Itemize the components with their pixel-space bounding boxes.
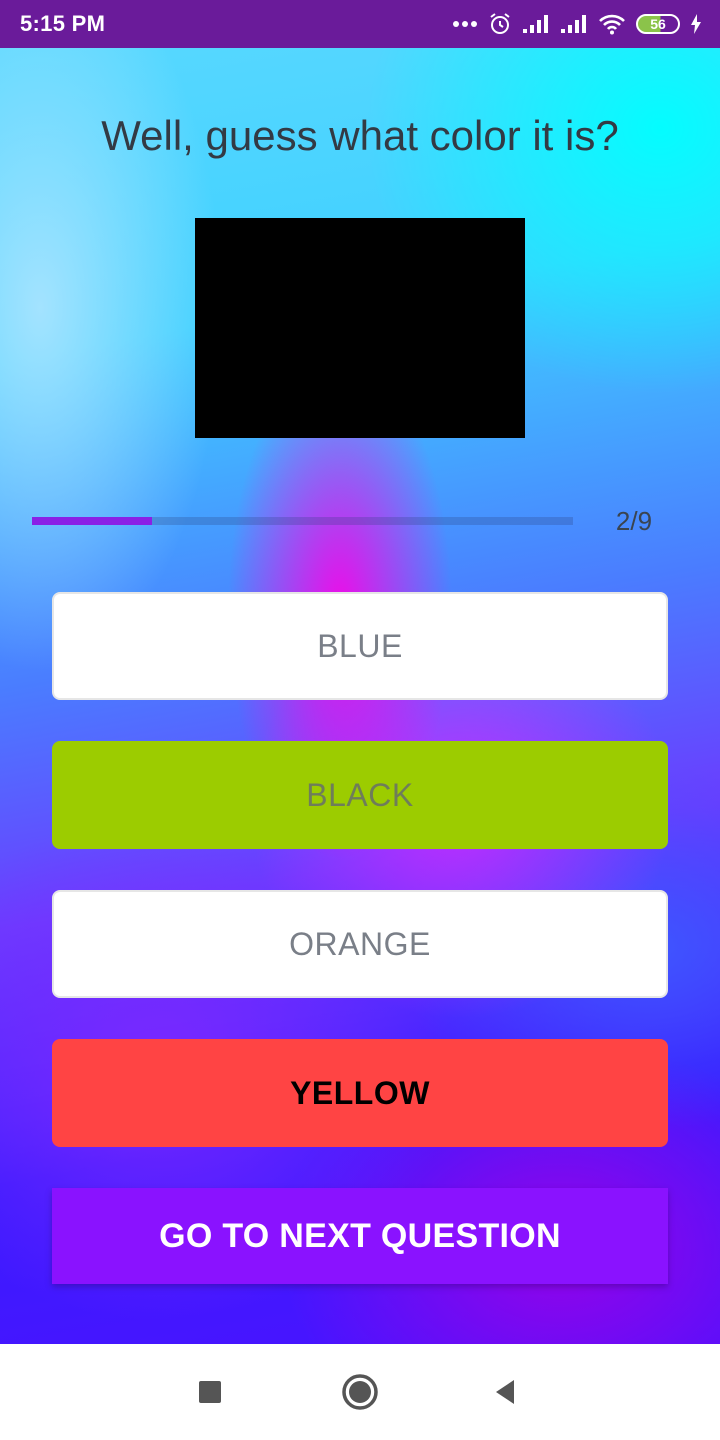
more-dots-icon [452,20,478,28]
status-time: 5:15 PM [20,11,106,36]
answer-button-blue[interactable]: BLUE [52,592,668,700]
quiz-screen: Well, guess what color it is? 2/9 BLUE B… [0,48,720,1344]
alarm-icon [488,12,512,36]
phone-screen: 5:15 PM 56 Well, guess what color it is?… [0,0,720,1440]
status-icons: 56 [452,12,702,36]
progress-bar [32,517,573,525]
recents-square-icon[interactable] [190,1372,230,1412]
next-question-button[interactable]: GO TO NEXT QUESTION [52,1188,668,1284]
answer-button-yellow[interactable]: YELLOW [52,1039,668,1147]
home-circle-icon[interactable] [340,1372,380,1412]
signal-icon [560,14,588,34]
battery-icon: 56 [636,14,680,34]
progress-bar-fill [32,517,153,525]
question-title: Well, guess what color it is? [101,112,619,159]
answer-button-orange[interactable]: ORANGE [52,890,668,998]
answer-button-black[interactable]: BLACK [52,741,668,849]
progress-counter: 2/9 [615,506,653,536]
navigation-bar [0,1344,720,1440]
color-swatch [195,218,525,438]
battery-level: 56 [650,16,666,32]
charging-icon [690,14,702,34]
wifi-icon [598,13,626,35]
back-triangle-icon[interactable] [486,1372,526,1412]
status-bar: 5:15 PM 56 [0,0,720,48]
signal-icon [522,14,550,34]
